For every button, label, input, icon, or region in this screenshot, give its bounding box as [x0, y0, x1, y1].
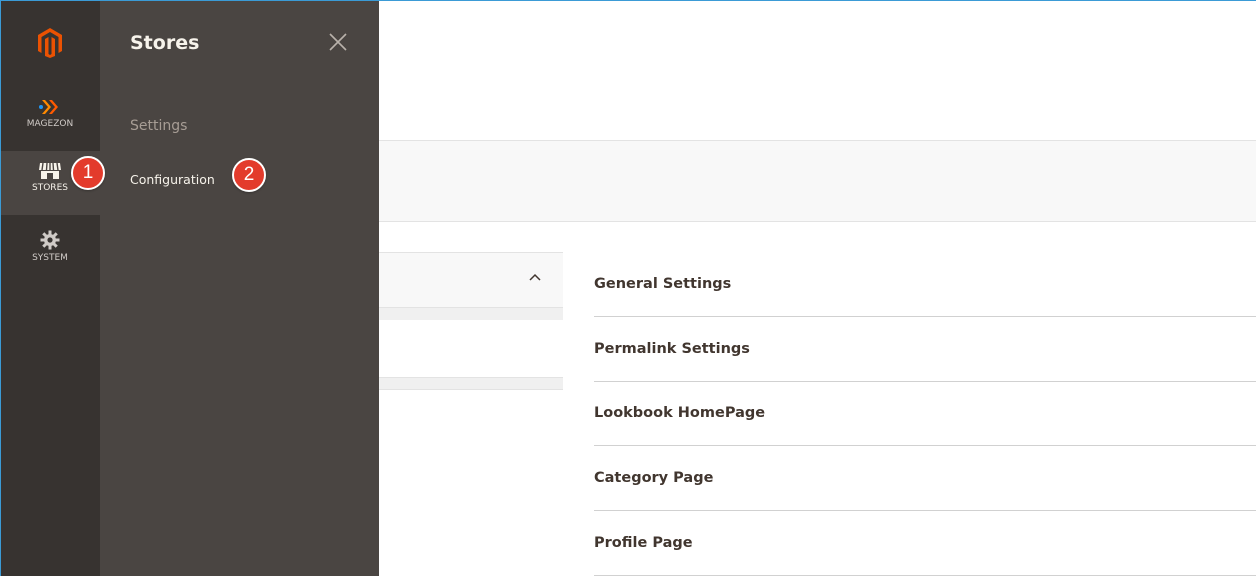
chevron-up-icon — [529, 273, 541, 281]
rail-item-magezon[interactable]: MAGEZON — [0, 94, 100, 158]
page-actions-bar — [379, 140, 1256, 222]
section-title: Permalink Settings — [594, 341, 750, 357]
section-general-settings[interactable]: General Settings — [594, 252, 1256, 317]
config-tab-group-header[interactable] — [379, 252, 563, 308]
magento-logo[interactable] — [0, 0, 100, 88]
section-title: Profile Page — [594, 535, 693, 551]
tab-divider — [379, 377, 563, 390]
step-badge-1: 1 — [71, 156, 105, 190]
rail-item-label: SYSTEM — [32, 253, 68, 263]
magento-logo-icon — [38, 28, 62, 58]
close-icon[interactable] — [327, 31, 349, 53]
admin-sidebar: MAGEZON STORES SYSTEM — [0, 0, 100, 576]
section-title: Category Page — [594, 470, 714, 486]
step-badge-2: 2 — [232, 158, 266, 192]
rail-item-label: STORES — [32, 183, 68, 193]
tab-divider — [379, 308, 563, 320]
section-profile-page[interactable]: Profile Page — [594, 511, 1256, 576]
store-awning-icon — [38, 158, 62, 180]
rail-item-label: MAGEZON — [26, 119, 74, 129]
section-title: General Settings — [594, 276, 732, 292]
flyout-section-title: Settings — [130, 118, 188, 134]
section-title: Lookbook HomePage — [594, 405, 766, 421]
gear-icon — [40, 228, 60, 250]
section-permalink-settings[interactable]: Permalink Settings — [594, 317, 1256, 382]
rail-item-system[interactable]: SYSTEM — [0, 228, 100, 292]
magezon-chevrons-icon — [39, 94, 61, 116]
section-lookbook-homepage[interactable]: Lookbook HomePage — [594, 381, 1256, 446]
section-category-page[interactable]: Category Page — [594, 446, 1256, 511]
flyout-title: Stores — [130, 32, 200, 54]
stores-flyout-menu: Stores Settings Configuration — [100, 0, 379, 576]
configuration-link[interactable]: Configuration — [130, 172, 215, 187]
